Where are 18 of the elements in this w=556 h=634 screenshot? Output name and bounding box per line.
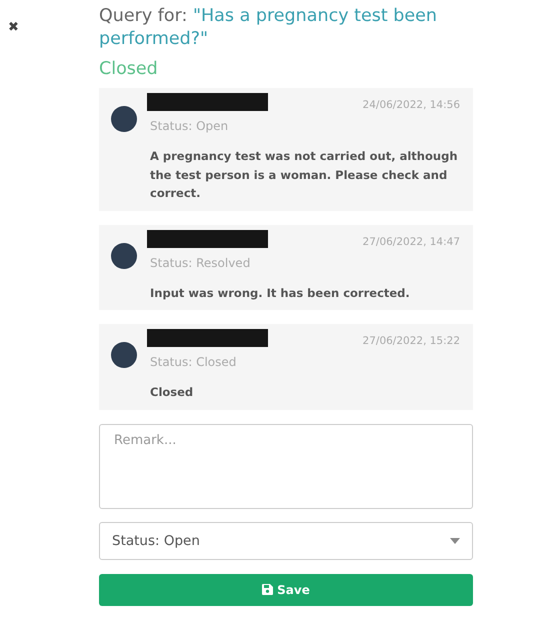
avatar-icon <box>111 106 137 132</box>
comment-status: Status: Closed <box>150 355 238 369</box>
status-select[interactable]: Status: Open <box>99 522 473 560</box>
comment-status: Status: Resolved <box>150 256 252 270</box>
comment-text: A pregnancy test was not carried out, although the test person is a woman. Please check and correct. <box>150 148 459 202</box>
comment-text: Input was wrong. It has been corrected. <box>150 284 411 302</box>
comment-date: 24/06/2022, 14:56 <box>362 99 460 111</box>
remark-field[interactable]: Remark... <box>99 424 473 508</box>
avatar-icon <box>111 342 137 368</box>
comment-text: Closed <box>150 384 194 401</box>
close-button[interactable]: ✖ <box>6 17 21 36</box>
comment-status: Status: Open <box>150 119 230 133</box>
query-status: Closed <box>99 59 159 79</box>
comment-date: 27/06/2022, 15:22 <box>362 335 460 347</box>
avatar-icon <box>111 242 137 268</box>
comment-date: 27/06/2022, 14:47 <box>362 236 460 248</box>
query-title: Query for: "Has a pregnancy test been performed?" <box>99 5 438 51</box>
caret-icon <box>450 538 460 544</box>
